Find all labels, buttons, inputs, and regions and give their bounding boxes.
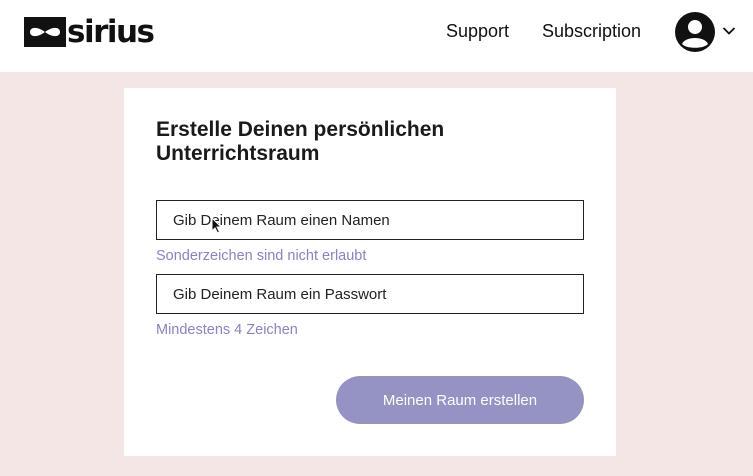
logo-text: sirius — [67, 14, 155, 50]
sirius-logo-icon — [24, 17, 66, 47]
room-password-hint: Mindestens 4 Zeichen — [156, 322, 298, 338]
page-title: Erstelle Deinen persönlichen Unterrichts… — [156, 118, 445, 165]
room-password-input[interactable] — [156, 274, 584, 314]
nav-subscription-link[interactable]: Subscription — [542, 20, 641, 42]
room-name-hint: Sonderzeichen sind nicht erlaubt — [156, 248, 367, 264]
chevron-down-icon[interactable] — [722, 26, 736, 36]
sirius-logo[interactable]: sirius — [24, 14, 155, 50]
top-header: sirius Support Subscription — [0, 0, 753, 72]
create-room-card: Erstelle Deinen persönlichen Unterrichts… — [124, 88, 616, 456]
user-avatar-icon[interactable] — [674, 11, 716, 53]
room-name-input[interactable] — [156, 200, 584, 240]
nav-support-link[interactable]: Support — [446, 20, 509, 42]
create-room-button[interactable]: Meinen Raum erstellen — [336, 376, 584, 424]
